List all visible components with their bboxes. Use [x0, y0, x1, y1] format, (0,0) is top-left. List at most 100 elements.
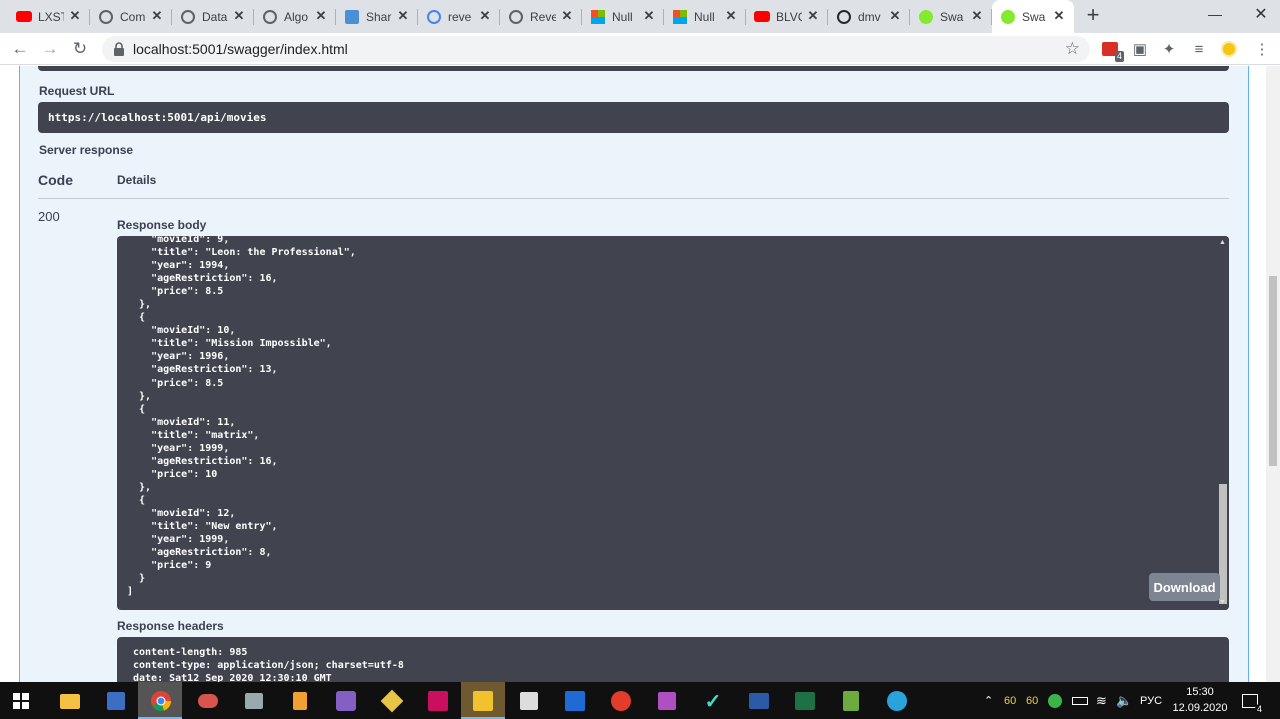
- maximize-button[interactable]: [1192, 0, 1238, 28]
- back-button[interactable]: ←: [8, 37, 32, 61]
- save-app-icon[interactable]: [101, 686, 131, 716]
- excel-icon[interactable]: [790, 686, 820, 716]
- tab-close-icon[interactable]: ✕: [806, 9, 820, 23]
- puzzle-icon[interactable]: ✦: [1159, 39, 1179, 59]
- tab-title: Data: [202, 9, 228, 24]
- browser-tab[interactable]: Swa ✕: [910, 0, 992, 33]
- translate-extension-icon[interactable]: ▣: [1130, 39, 1150, 59]
- response-body-scrollbar[interactable]: ▲ ▼: [1217, 236, 1229, 610]
- chrome-icon[interactable]: [146, 686, 176, 716]
- tab-close-icon[interactable]: ✕: [642, 9, 656, 23]
- tab-close-icon[interactable]: ✕: [1052, 9, 1066, 23]
- response-headers-text: content-length: 985 content-type: applic…: [133, 647, 404, 682]
- browser-tab[interactable]: dmv ✕: [828, 0, 910, 33]
- microsoft-icon: [590, 9, 606, 25]
- tab-close-icon[interactable]: ✕: [478, 9, 492, 23]
- tab-title: Shar: [366, 9, 392, 24]
- scroll-up-arrow-icon[interactable]: ▲: [1219, 239, 1226, 246]
- new-tab-button[interactable]: +: [1082, 4, 1104, 27]
- language-indicator[interactable]: РУС: [1140, 682, 1162, 719]
- tab-title: LXST: [38, 9, 64, 24]
- tab-title: BLVC: [776, 9, 802, 24]
- tray-value-1[interactable]: 60: [1004, 682, 1016, 719]
- notification-center-icon[interactable]: 4: [1242, 682, 1264, 719]
- extension-badge: 4: [1114, 51, 1124, 62]
- terminal-icon: [344, 9, 360, 25]
- tab-close-icon[interactable]: ✕: [724, 9, 738, 23]
- visual-studio-icon[interactable]: [331, 686, 361, 716]
- windows-start-icon[interactable]: [6, 686, 36, 716]
- app-icon-3[interactable]: [193, 686, 223, 716]
- tray-value-2[interactable]: 60: [1026, 682, 1038, 719]
- browser-tab[interactable]: LXST ✕: [8, 0, 90, 33]
- tab-close-icon[interactable]: ✕: [232, 9, 246, 23]
- download-button[interactable]: Download: [1149, 573, 1220, 601]
- app-icon-9[interactable]: [514, 686, 544, 716]
- browser-tab[interactable]: Shar ✕: [336, 0, 418, 33]
- app-icon-16[interactable]: [836, 686, 866, 716]
- globe-icon: [508, 9, 524, 25]
- browser-tab[interactable]: Reve ✕: [500, 0, 582, 33]
- tab-title: Null: [694, 9, 715, 24]
- response-body-box[interactable]: "movieId": 9, "title": "Leon: the Profes…: [117, 236, 1229, 610]
- app-icon-5[interactable]: [285, 686, 315, 716]
- bookmark-star-icon[interactable]: ☆: [1065, 39, 1080, 59]
- globe-icon: [262, 9, 278, 25]
- page-scrollbar-thumb[interactable]: [1269, 276, 1277, 466]
- telegram-icon[interactable]: [882, 686, 912, 716]
- tab-close-icon[interactable]: ✕: [560, 9, 574, 23]
- browser-tab[interactable]: Algo ✕: [254, 0, 336, 33]
- app-icon-12[interactable]: [652, 686, 682, 716]
- tab-title: Algo: [284, 9, 309, 24]
- tray-chevron-icon[interactable]: ⌃: [984, 682, 993, 719]
- close-window-button[interactable]: ✕: [1238, 0, 1280, 28]
- page-viewport: Request URL https://localhost:5001/api/m…: [0, 66, 1266, 682]
- reload-button[interactable]: ↻: [68, 37, 92, 61]
- tab-title: Swa: [1022, 9, 1046, 24]
- reading-list-icon[interactable]: ≡: [1189, 39, 1209, 59]
- browser-tab[interactable]: Swa ✕: [992, 0, 1074, 33]
- browser-tab[interactable]: BLVC ✕: [746, 0, 828, 33]
- request-url-box: https://localhost:5001/api/movies: [38, 102, 1229, 133]
- tab-close-icon[interactable]: ✕: [150, 9, 164, 23]
- tab-close-icon[interactable]: ✕: [970, 9, 984, 23]
- app-icon-active[interactable]: [468, 686, 498, 716]
- git-icon[interactable]: [377, 686, 407, 716]
- tab-close-icon[interactable]: ✕: [314, 9, 328, 23]
- status-code: 200: [38, 209, 60, 224]
- app-icon-13[interactable]: ✓: [698, 686, 728, 716]
- profile-avatar[interactable]: [1219, 39, 1239, 59]
- tab-strip: LXST✕Com✕Data✕Algo✕Shar✕reve✕Reve✕Null✕N…: [0, 0, 1280, 33]
- menu-kebab-icon[interactable]: ⋮: [1252, 39, 1272, 59]
- wifi-icon[interactable]: ≋: [1096, 682, 1107, 719]
- scroll-down-arrow-icon[interactable]: ▼: [1219, 599, 1226, 606]
- tab-title: Reve: [530, 9, 556, 24]
- system-clock[interactable]: 15:30 12.09.2020: [1170, 684, 1230, 716]
- tray-check-icon[interactable]: [1048, 682, 1062, 719]
- app-icon-4[interactable]: [239, 686, 269, 716]
- tab-close-icon[interactable]: ✕: [68, 9, 82, 23]
- forward-button[interactable]: →: [38, 37, 62, 61]
- server-response-label: Server response: [39, 143, 134, 157]
- volume-icon[interactable]: 🔈: [1116, 682, 1132, 719]
- app-icon-11[interactable]: [606, 686, 636, 716]
- globe-icon: [98, 9, 114, 25]
- address-bar[interactable]: localhost:5001/swagger/index.html ☆: [102, 36, 1090, 62]
- browser-tab[interactable]: Null ✕: [582, 0, 664, 33]
- browser-tab[interactable]: Null ✕: [664, 0, 746, 33]
- app-icon-10[interactable]: [560, 686, 590, 716]
- scrollbar-thumb[interactable]: [1219, 484, 1227, 604]
- curl-box-bottom: [38, 66, 1229, 71]
- browser-tab[interactable]: reve ✕: [418, 0, 500, 33]
- extension-icon[interactable]: 4: [1100, 39, 1124, 62]
- rider-icon[interactable]: [423, 686, 453, 716]
- page-scrollbar[interactable]: [1266, 66, 1280, 682]
- battery-icon[interactable]: [1072, 682, 1088, 719]
- file-explorer-icon[interactable]: [55, 686, 85, 716]
- tab-close-icon[interactable]: ✕: [888, 9, 902, 23]
- tab-close-icon[interactable]: ✕: [396, 9, 410, 23]
- powershell-icon[interactable]: [744, 686, 774, 716]
- browser-tab[interactable]: Data ✕: [172, 0, 254, 33]
- browser-tab[interactable]: Com ✕: [90, 0, 172, 33]
- response-headers-label: Response headers: [117, 619, 224, 633]
